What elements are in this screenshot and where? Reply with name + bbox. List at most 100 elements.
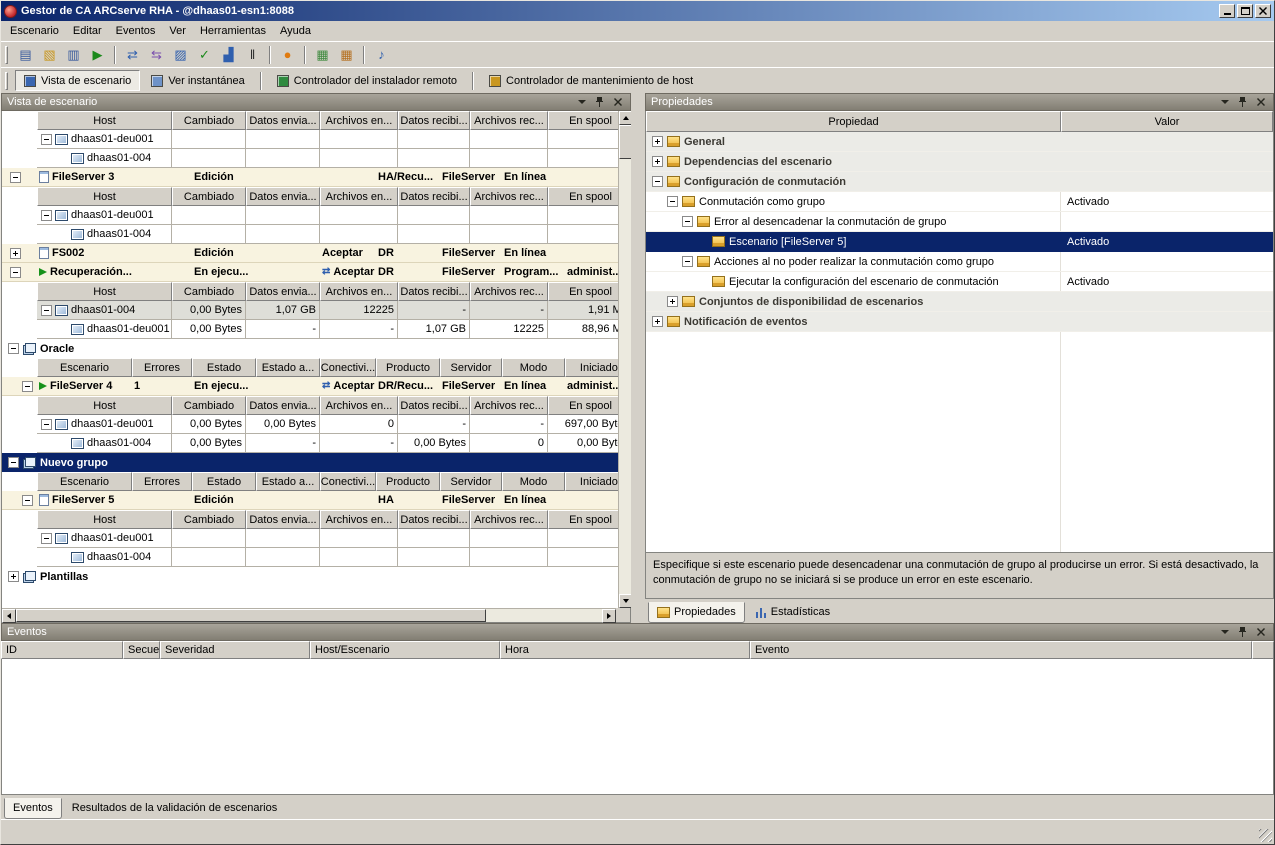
tree-expander-expand[interactable] [667, 296, 678, 307]
secuenc-column-header[interactable]: Secuenc [123, 641, 160, 659]
property-row[interactable]: Configuración de conmutación [646, 172, 1273, 192]
tree-expander-collapse[interactable] [41, 305, 52, 316]
property-row[interactable]: Conmutación como grupoActivado [646, 192, 1273, 212]
tree-expander-collapse[interactable] [41, 210, 52, 221]
menu-escenario[interactable]: Escenario [3, 22, 66, 40]
host-row[interactable]: dhaas01-0040,00 Bytes1,07 GB12225--1,91 … [2, 301, 618, 320]
scenario-row[interactable]: FS002EdiciónAceptarDRFileServerEn línea [2, 244, 618, 263]
events-panel-close-button[interactable] [1253, 626, 1268, 639]
group-row[interactable]: Oracle [2, 339, 618, 358]
menu-ayuda[interactable]: Ayuda [273, 22, 318, 40]
tree-expander-collapse[interactable] [22, 495, 33, 506]
events-tab-eventos[interactable]: Eventos [4, 798, 62, 819]
host-maintenance-button[interactable]: ▦ [335, 44, 358, 66]
host-row[interactable]: dhaas01-004 [2, 225, 618, 244]
hora-column-header[interactable]: Hora [500, 641, 750, 659]
properties-panel-menu-button[interactable] [1217, 96, 1232, 109]
panel-splitter[interactable] [631, 93, 645, 623]
remote-installer-button[interactable]: ▦ [311, 44, 334, 66]
group-row[interactable]: Plantillas [2, 567, 618, 586]
host-row[interactable]: dhaas01-deu001 [2, 206, 618, 225]
menu-eventos[interactable]: Eventos [109, 22, 163, 40]
horizontal-scrollbar[interactable] [2, 608, 616, 622]
view-tab-controlador-del-instalador-remoto[interactable]: Controlador del instalador remoto [268, 70, 466, 91]
scenario-row[interactable]: Recuperación...En ejecu...⇄AceptarDRFile… [2, 263, 618, 282]
scenario-row[interactable]: FileServer 3EdiciónHA/Recu...FileServerE… [2, 168, 618, 187]
statistics-button[interactable]: ▟ [217, 44, 240, 66]
host-row[interactable]: dhaas01-0040,00 Bytes--0,00 Bytes00,00 B… [2, 434, 618, 453]
pause-button[interactable]: ‖ [241, 44, 264, 66]
restore-data-button[interactable]: ⇆ [145, 44, 168, 66]
property-row[interactable]: Notificación de eventos [646, 312, 1273, 332]
tree-expander-collapse[interactable] [682, 256, 693, 267]
difference-report-button[interactable]: ▨ [169, 44, 192, 66]
properties-tab-propiedades[interactable]: Propiedades [648, 602, 745, 623]
tree-expander-collapse[interactable] [41, 533, 52, 544]
host-row[interactable]: dhaas01-deu0010,00 Bytes--1,07 GB1222588… [2, 320, 618, 339]
tree-expander-collapse[interactable] [652, 176, 663, 187]
properties-panel-pin-button[interactable] [1235, 96, 1250, 109]
host-row[interactable]: dhaas01-deu001 [2, 130, 618, 149]
tree-expander-collapse[interactable] [10, 172, 21, 183]
scenario-row[interactable]: FileServer 41En ejecu...⇄AceptarDR/Recu.… [2, 377, 618, 396]
tree-expander-expand[interactable] [652, 316, 663, 327]
horizontal-scroll-thumb[interactable] [16, 609, 486, 622]
scenario-panel-pin-button[interactable] [592, 96, 607, 109]
tree-expander-collapse[interactable] [8, 343, 19, 354]
report-center-button[interactable]: ● [276, 44, 299, 66]
tree-expander-expand[interactable] [10, 248, 21, 259]
evento-column-header[interactable]: Evento [750, 641, 1252, 659]
scenario-panel-close-button[interactable] [610, 96, 625, 109]
host-row[interactable]: dhaas01-deu001 [2, 529, 618, 548]
view-tab-controlador-de-mantenimiento-de-host[interactable]: Controlador de mantenimiento de host [480, 70, 702, 91]
tree-expander-collapse[interactable] [22, 381, 33, 392]
tree-expander-expand[interactable] [8, 571, 19, 582]
close-button[interactable] [1255, 4, 1271, 18]
host-escenario-column-header[interactable]: Host/Escenario [310, 641, 500, 659]
property-row[interactable]: Conjuntos de disponibilidad de escenario… [646, 292, 1273, 312]
host-row[interactable]: dhaas01-deu0010,00 Bytes0,00 Bytes0--697… [2, 415, 618, 434]
menu-herramientas[interactable]: Herramientas [193, 22, 273, 40]
resize-grip[interactable] [1259, 829, 1272, 842]
events-panel-menu-button[interactable] [1217, 626, 1232, 639]
property-row[interactable]: General [646, 132, 1273, 152]
tree-expander-collapse[interactable] [682, 216, 693, 227]
view-tab-vista-de-escenario[interactable]: Vista de escenario [15, 70, 140, 91]
save-all-button[interactable]: ▥ [62, 44, 85, 66]
property-row[interactable]: Ejecutar la configuración del escenario … [646, 272, 1273, 292]
tree-expander-expand[interactable] [652, 156, 663, 167]
new-scenario-button[interactable]: ▤ [14, 44, 37, 66]
host-row[interactable]: dhaas01-004 [2, 548, 618, 567]
integrity-test-button[interactable]: ✓ [193, 44, 216, 66]
scenario-row[interactable]: FileServer 5EdiciónHAFileServerEn línea [2, 491, 618, 510]
vertical-scrollbar[interactable] [618, 111, 632, 608]
minimize-button[interactable] [1219, 4, 1235, 18]
scroll-right-button[interactable] [602, 609, 616, 623]
events-tab-resultados-de-la-validacion-de-escenarios[interactable]: Resultados de la validación de escenario… [63, 798, 286, 819]
tree-expander-collapse[interactable] [667, 196, 678, 207]
menu-editar[interactable]: Editar [66, 22, 109, 40]
property-row[interactable]: Escenario [FileServer 5]Activado [646, 232, 1273, 252]
properties-panel-close-button[interactable] [1253, 96, 1268, 109]
view-tab-ver-instantanea[interactable]: Ver instantánea [142, 70, 253, 91]
group-row[interactable]: Nuevo grupo [2, 453, 618, 472]
synchronize-button[interactable]: ⇄ [121, 44, 144, 66]
maximize-button[interactable] [1237, 4, 1253, 18]
tree-expander-collapse[interactable] [41, 419, 52, 430]
tree-expander-expand[interactable] [652, 136, 663, 147]
tree-expander-collapse[interactable] [8, 457, 19, 468]
property-row[interactable]: Dependencias del escenario [646, 152, 1273, 172]
properties-tab-estadisticas[interactable]: Estadísticas [746, 602, 839, 623]
tree-expander-collapse[interactable] [41, 134, 52, 145]
menu-ver[interactable]: Ver [162, 22, 193, 40]
run-scenario-button[interactable]: ▶ [86, 44, 109, 66]
events-panel-pin-button[interactable] [1235, 626, 1250, 639]
host-row[interactable]: dhaas01-004 [2, 149, 618, 168]
horizontal-scroll-track[interactable] [486, 609, 602, 622]
property-row[interactable]: Error al desencadenar la conmutación de … [646, 212, 1273, 232]
tree-expander-collapse[interactable] [10, 267, 21, 278]
property-row[interactable]: Acciones al no poder realizar la conmuta… [646, 252, 1273, 272]
severidad-column-header[interactable]: Severidad [160, 641, 310, 659]
scenario-panel-menu-button[interactable] [574, 96, 589, 109]
notification-button[interactable]: ♪ [370, 44, 393, 66]
